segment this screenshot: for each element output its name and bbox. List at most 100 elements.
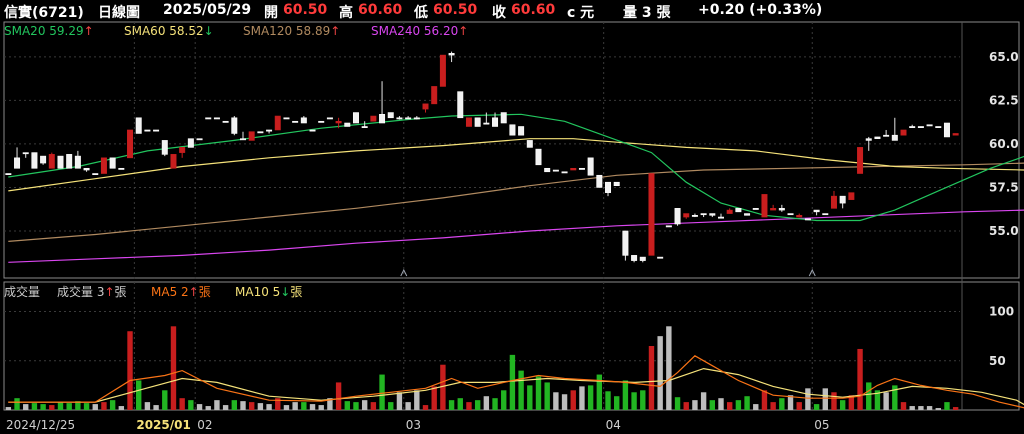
volume-bar <box>822 388 828 410</box>
volume-bar <box>109 400 116 410</box>
candle-body <box>613 181 620 187</box>
volume-bar <box>49 405 55 410</box>
candle-body <box>700 213 707 216</box>
volume-bar <box>587 385 594 410</box>
volume-bar <box>431 386 437 410</box>
candle-body <box>205 117 212 120</box>
x-tick-label: 2025/01 <box>136 418 190 432</box>
x-tick-label: 02 <box>197 418 212 432</box>
candle-body <box>335 120 342 124</box>
volume-bar <box>474 400 481 410</box>
volume-bar <box>40 404 46 410</box>
candle-body <box>48 154 55 169</box>
volume-bar <box>579 386 585 410</box>
sma240-line <box>8 209 1024 263</box>
volume-bar <box>857 348 863 410</box>
candle-body <box>735 208 742 213</box>
volume-bar <box>188 400 194 410</box>
candle-body <box>865 138 872 141</box>
candle-body <box>248 131 255 141</box>
volume-bar <box>335 382 342 410</box>
candle-body <box>639 256 646 261</box>
candle-body <box>761 194 768 218</box>
volume-bar <box>353 402 359 410</box>
candle-body <box>161 140 168 155</box>
candle-body <box>179 147 186 153</box>
candlestick-chart: 65.0 62.5 60.0 57.5 55.0 100 50 2024/12/25 2025/… <box>3 21 1024 432</box>
candle-body <box>448 53 455 56</box>
volume-bar <box>14 398 20 410</box>
volume-bar <box>553 392 559 410</box>
candle-body <box>605 181 612 193</box>
price-tick-label: 62.5 <box>989 93 1019 107</box>
candle-body <box>465 117 472 127</box>
volume-bar <box>770 402 776 410</box>
candle-body <box>422 103 429 110</box>
candle-body <box>561 171 568 174</box>
volume-bar <box>614 396 620 410</box>
candle-body <box>822 213 829 216</box>
candle-body <box>518 126 525 136</box>
candle-body <box>326 117 333 120</box>
volume-bar <box>57 402 64 410</box>
price-tick-label: 65.0 <box>989 50 1019 64</box>
candle-body <box>352 112 359 124</box>
volume-bar <box>883 392 889 410</box>
candle-body <box>118 167 125 170</box>
candle-body <box>196 138 203 141</box>
candle-body <box>379 113 386 124</box>
volume-bar <box>813 404 820 410</box>
volume-bar <box>83 403 90 410</box>
candle-body <box>857 147 864 174</box>
volume-bar <box>370 402 377 410</box>
volume-bar <box>136 380 142 410</box>
candle-body <box>483 122 490 125</box>
candle-body <box>874 136 881 139</box>
candle-body <box>909 126 916 128</box>
x-tick-label: 2024/12/25 <box>6 418 75 432</box>
candle-body <box>266 129 273 132</box>
volume-bar <box>5 407 12 410</box>
volume-bar <box>283 405 290 410</box>
candle-body <box>622 230 629 256</box>
candle-body <box>648 173 655 256</box>
candle-body <box>718 216 724 219</box>
volume-bar <box>101 402 107 410</box>
candle-body <box>891 134 898 141</box>
candle-body <box>457 91 464 119</box>
candle-body <box>431 86 438 105</box>
candle-body <box>222 120 229 123</box>
candle-body <box>274 115 281 131</box>
candle-body <box>943 122 950 138</box>
candle-body <box>830 195 837 209</box>
volume-bar <box>918 406 924 410</box>
candle-body <box>752 208 759 210</box>
volume-bar <box>674 397 681 410</box>
volume-bar <box>422 405 429 410</box>
candle-body <box>787 213 794 216</box>
candle-body <box>900 129 907 136</box>
volume-bar <box>205 406 211 410</box>
volume-tick-label: 100 <box>989 305 1014 319</box>
candle-body <box>66 154 73 169</box>
candle-body <box>657 256 664 259</box>
volume-bar <box>405 402 411 410</box>
candle-body <box>500 112 507 124</box>
volume-tick-label: 50 <box>989 354 1006 368</box>
volume-bar <box>292 402 298 410</box>
volume-bar <box>527 385 533 410</box>
candle-body <box>535 148 542 166</box>
candle-body <box>318 120 325 123</box>
volume-bar <box>779 398 785 410</box>
volume-bar <box>700 392 707 410</box>
volume-bar <box>935 408 941 410</box>
candle-body <box>344 122 351 127</box>
candle-body <box>587 157 594 176</box>
candle-body <box>300 117 307 124</box>
volume-bar <box>231 400 238 410</box>
volume-ma5-line <box>8 355 1024 409</box>
candle-body <box>292 120 299 123</box>
volume-bar <box>944 402 950 410</box>
candle-body <box>778 208 785 211</box>
candle-body <box>231 117 238 134</box>
